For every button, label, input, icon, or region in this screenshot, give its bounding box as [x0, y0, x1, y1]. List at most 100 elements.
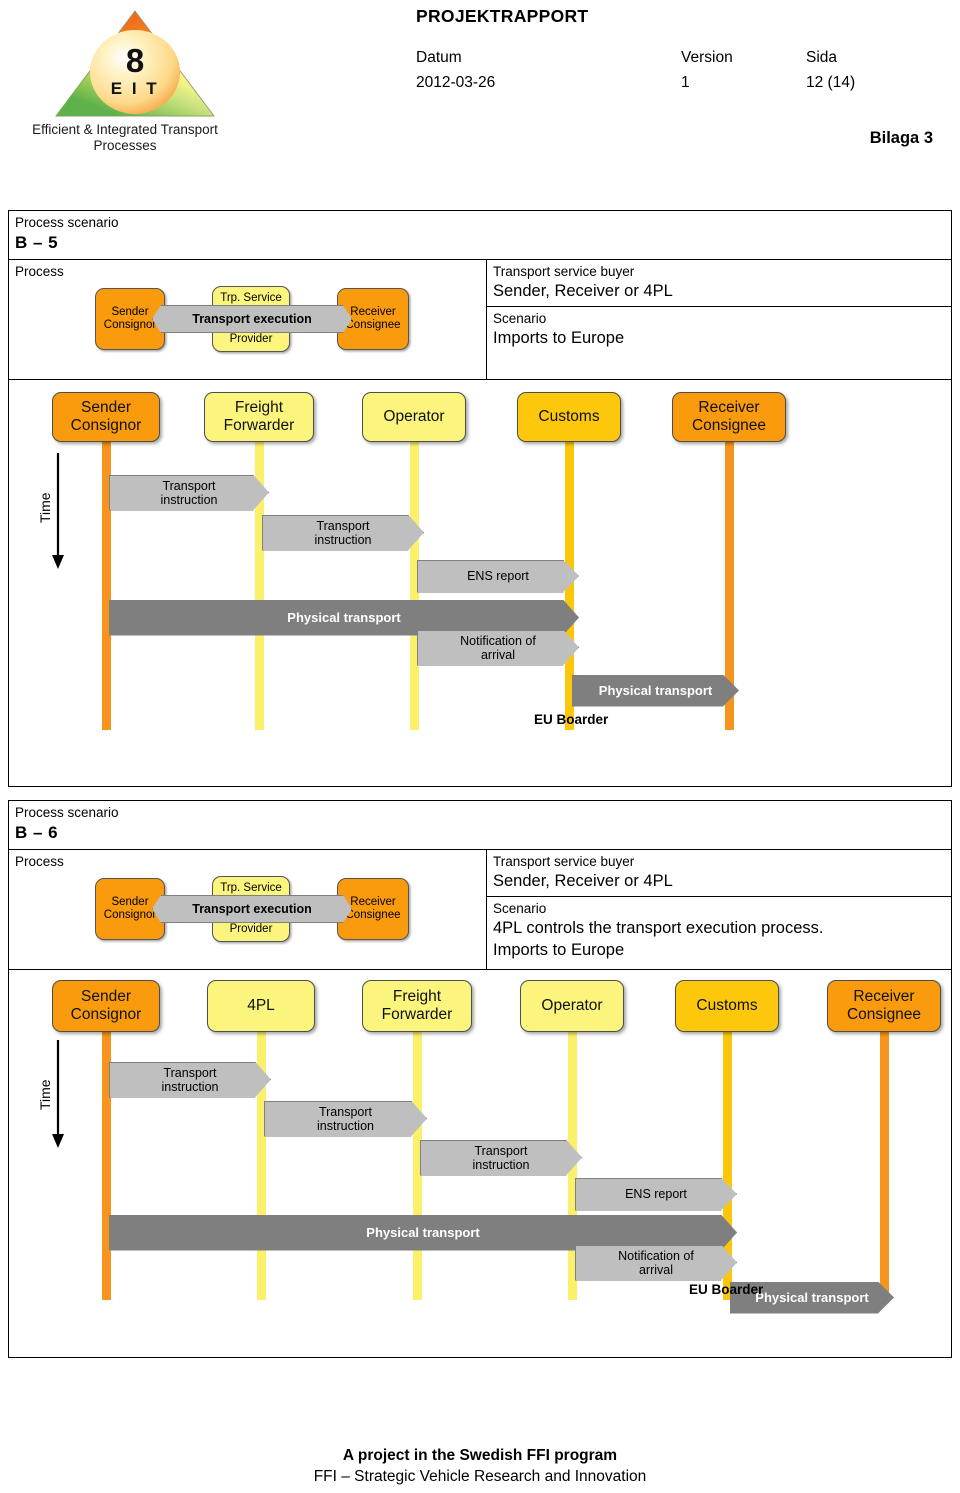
mini-transport-execution-arrow: Transport execution	[152, 305, 352, 333]
mini-receiver-label: Receiver Consignee	[345, 306, 401, 331]
page-header: 8 E I T Efficient & Integrated Transport…	[0, 0, 960, 200]
lane-header-label: Customs	[696, 996, 758, 1014]
message-arrow-label: Physical transport	[287, 609, 401, 625]
message-arrow-label: Transport instruction	[161, 1065, 219, 1094]
eu-boarder-label: EU Boarder	[689, 1281, 764, 1297]
lane-header-0: Sender Consignor	[52, 979, 160, 1032]
meta-label-datum: Datum	[416, 49, 462, 66]
message-arrow-label: Physical transport	[366, 1224, 480, 1240]
buyer-value: Sender, Receiver or 4PL	[493, 872, 673, 890]
message-arrow-label: Transport instruction	[472, 1143, 530, 1172]
logo-triangle-icon: 8 E I T	[51, 8, 219, 120]
mini-provider-top-label: Trp. Service	[220, 882, 282, 894]
mini-provider-top-label: Trp. Service	[220, 292, 282, 304]
message-arrow-label: Transport instruction	[314, 518, 372, 547]
scenario-label: Process scenario	[15, 805, 119, 820]
footer-line-1: A project in the Swedish FFI program	[342, 1447, 618, 1464]
message-arrow-label: Physical transport	[755, 1289, 869, 1305]
process-scenario-b5: Process scenario B – 5 Process Sender Con…	[8, 210, 952, 787]
message-arrow-5: Notification of arrival	[575, 1245, 737, 1281]
scenario-label: Process scenario	[15, 215, 119, 230]
mini-receiver-label: Receiver Consignee	[345, 896, 401, 921]
footer-line-2: FFI – Strategic Vehicle Research and Inn…	[313, 1468, 647, 1485]
lifeline-0	[101, 419, 111, 730]
mini-arrow-label: Transport execution	[192, 312, 312, 326]
message-arrow-label: Transport instruction	[317, 1104, 374, 1133]
message-arrow-2: ENS report	[417, 560, 579, 593]
mini-sender-label: Sender Consignor	[103, 306, 157, 331]
message-arrow-2: Transport instruction	[420, 1140, 582, 1176]
meta-value-datum: 2012-03-26	[416, 74, 496, 91]
message-arrow-label: Transport instruction	[160, 478, 218, 507]
scenario-info-table: Process scenario B – 6 Process Sender Con…	[8, 800, 952, 970]
meta-value-sida: 12 (14)	[806, 74, 856, 91]
lane-header-label: Receiver Consignee	[691, 398, 767, 434]
scenario-desc-label: Scenario	[493, 901, 547, 916]
message-arrow-label: ENS report	[625, 1187, 687, 1201]
process-label: Process	[15, 264, 64, 279]
message-arrow-3: ENS report	[575, 1178, 737, 1211]
message-arrow-label: Physical transport	[598, 682, 713, 698]
buyer-value: Sender, Receiver or 4PL	[493, 282, 673, 300]
message-arrow-label: ENS report	[467, 569, 529, 583]
message-arrow-label: Notification of arrival	[618, 1248, 694, 1277]
message-arrow-1: Transport instruction	[264, 1101, 427, 1137]
lane-header-label: Customs	[538, 407, 600, 425]
message-arrow-1: Transport instruction	[262, 515, 424, 551]
lane-header-label: 4PL	[247, 996, 275, 1014]
message-arrow-label: Notification of arrival	[460, 633, 536, 662]
lane-header-5: Receiver Consignee	[827, 979, 941, 1032]
message-arrow-5: Physical transport	[572, 675, 739, 707]
mini-sender-label: Sender Consignor	[103, 896, 157, 921]
meta-value-version: 1	[681, 74, 690, 91]
lifeline-1	[254, 419, 264, 730]
scenario-desc-value: Imports to Europe	[493, 329, 625, 347]
lane-header-label: Receiver Consignee	[846, 987, 922, 1023]
lane-header-label: Operator	[541, 996, 603, 1014]
page-footer: A project in the Swedish FFI program FFI…	[0, 1445, 960, 1487]
sequence-diagram-b6: Time Sender Consignor 4PL Freight Forwarder Op…	[8, 969, 952, 1358]
mini-provider-bottom-label: Provider	[229, 333, 273, 345]
mini-process-diagram: Sender Consignor Trp. Service Provider Re…	[9, 870, 486, 962]
lifeline-0	[101, 1009, 111, 1300]
lane-header-1: 4PL	[207, 979, 315, 1032]
eit-logo: 8 E I T Efficient & Integrated Transport…	[32, 8, 230, 154]
page-title: PROJEKTRAPPORT	[416, 6, 589, 26]
scenario-id: B – 6	[15, 823, 59, 842]
lane-header-label: Freight Forwarder	[223, 398, 295, 434]
meta-label-version: Version	[681, 49, 733, 66]
lifeline-1	[256, 1009, 266, 1300]
logo-caption: Efficient & Integrated Transport Process…	[32, 122, 218, 153]
svg-text:8: 8	[126, 42, 144, 79]
meta-label-sida: Sida	[806, 49, 838, 66]
lane-header-label: Sender Consignor	[70, 987, 142, 1023]
lifeline-5	[879, 1009, 889, 1300]
eu-boarder-label: EU Boarder	[534, 711, 609, 727]
mini-process-diagram: Sender Consignor Trp. Service Provider Re…	[9, 280, 486, 372]
scenario-desc-label: Scenario	[493, 311, 547, 326]
scenario-id: B – 5	[15, 233, 59, 252]
lane-header-0: Sender Consignor	[52, 391, 160, 442]
time-axis-arrow-icon	[52, 1039, 64, 1148]
sequence-diagram-b5: Time Sender Consignor Freight Forwarder Opera…	[8, 379, 952, 787]
mini-provider-bottom-label: Provider	[229, 923, 273, 935]
process-label: Process	[15, 854, 64, 869]
message-arrow-0: Transport instruction	[109, 475, 269, 511]
lane-header-3: Customs	[517, 391, 621, 442]
scenario-info-table: Process scenario B – 5 Process Sender Con…	[8, 210, 952, 380]
lane-header-label: Operator	[383, 407, 445, 425]
time-axis-arrow-icon	[52, 452, 64, 569]
lane-header-1: Freight Forwarder	[204, 391, 314, 442]
mini-arrow-label: Transport execution	[192, 902, 312, 916]
mini-transport-execution-arrow: Transport execution	[152, 895, 352, 923]
process-scenario-b6: Process scenario B – 6 Process Sender Con…	[8, 800, 952, 1358]
message-arrow-4: Notification of arrival	[417, 630, 579, 666]
appendix-label: Bilaga 3	[869, 129, 933, 147]
document-meta: Datum Version Sida 2012-03-26 1 12 (14)	[416, 45, 946, 95]
lane-header-3: Operator	[520, 979, 624, 1032]
scenario-desc-value: 4PL controls the transport execution pro…	[493, 919, 824, 959]
buyer-label: Transport service buyer	[493, 264, 635, 279]
lane-header-4: Receiver Consignee	[672, 391, 786, 442]
lane-header-label: Freight Forwarder	[381, 987, 453, 1023]
message-arrow-0: Transport instruction	[109, 1062, 271, 1098]
